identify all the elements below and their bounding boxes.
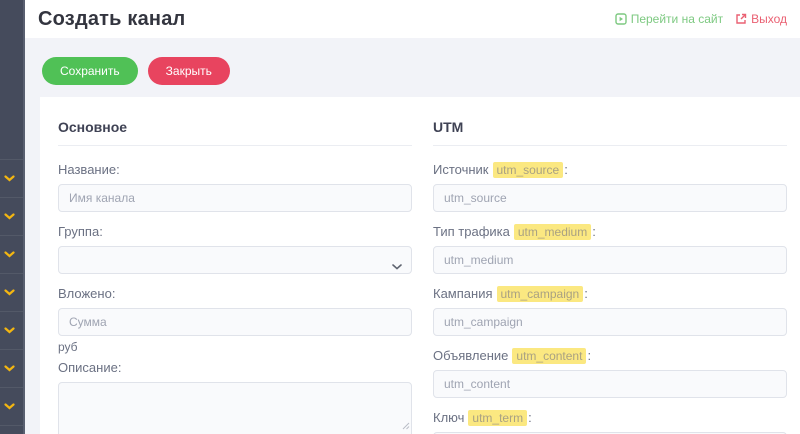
utm-medium-label-colon: : [592,224,596,239]
field-utm-medium: Тип трафика utm_medium: [433,224,787,274]
name-label: Название: [58,162,120,177]
main-fields: Название: Группа: Вложено: руб [58,162,412,434]
utm-source-input[interactable] [433,184,787,212]
utm-medium-label: Тип трафика utm_medium: [433,224,787,240]
utm-content-label-colon: : [587,348,592,363]
utm-source-label: Источник utm_source: [433,162,787,178]
page-title: Создать канал [38,7,186,30]
description-textarea[interactable] [58,382,412,434]
sidebar-item-1[interactable] [0,159,23,197]
utm-content-label-text: Объявление [433,348,509,363]
utm-term-label: Ключ utm_term: [433,410,787,426]
utm-term-label-colon: : [528,410,532,425]
go-to-site-link[interactable]: Перейти на сайт [615,12,723,26]
field-utm-campaign: Кампания utm_campaign: [433,286,787,336]
utm-content-label: Объявление utm_content: [433,348,787,364]
logout-icon [735,13,747,25]
go-to-site-icon [615,13,627,25]
chevron-down-icon [4,327,15,334]
create-channel-form-card: Основное Название: Группа: В [40,97,800,434]
name-input[interactable] [58,184,412,212]
chevron-down-icon [4,365,15,372]
section-main: Основное Название: Группа: В [58,119,412,434]
chevron-down-icon [4,213,15,220]
field-group: Группа: [58,224,412,274]
utm-medium-highlight: utm_medium [513,224,592,240]
utm-medium-input[interactable] [433,246,787,274]
currency-suffix: руб [58,340,78,354]
sidebar-item-8[interactable] [0,425,23,434]
sidebar-item-7[interactable] [0,387,23,425]
sidebar-collapsed [0,0,25,434]
content-area: Сохранить Закрыть Основное Название: Гру… [25,38,800,434]
description-label: Описание: [58,360,122,375]
section-utm: UTM Источникutm_source: Тип трафикаutm_m… [433,119,787,434]
chevron-down-icon [4,175,15,182]
sidebar-item-3[interactable] [0,235,23,273]
page-header: Создать канал Перейти на сайт Выход [25,0,800,38]
sidebar-item-2[interactable] [0,197,23,235]
action-toolbar: Сохранить Закрыть [25,57,800,85]
go-to-site-label: Перейти на сайт [630,12,724,26]
utm-campaign-label: Кампания utm_campaign: [433,286,787,302]
sidebar-item-4[interactable] [0,273,23,311]
group-label: Группа: [58,224,103,239]
utm-campaign-label-text: Кампания [433,286,493,301]
utm-campaign-highlight: utm_campaign [496,286,584,302]
description-textarea-wrap [58,382,412,434]
field-invested: Вложено: руб Описание: [58,286,412,434]
logout-label: Выход [751,12,787,26]
logout-link[interactable]: Выход [735,12,787,26]
field-utm-source: Источник utm_source: [433,162,787,212]
utm-source-highlight: utm_source [492,162,564,178]
header-links: Перейти на сайт Выход [615,12,787,26]
invested-input[interactable] [58,308,412,336]
close-button[interactable]: Закрыть [147,57,230,85]
group-select-wrap [58,246,412,274]
sidebar-item-6[interactable] [0,349,23,387]
save-button[interactable]: Сохранить [42,57,138,85]
section-title-main: Основное [58,119,412,146]
utm-fields: Источникutm_source: Тип трафикаutm_mediu… [433,162,787,434]
utm-source-label-text: Источник [433,162,489,177]
sidebar-item-5[interactable] [0,311,23,349]
utm-source-label-colon: : [564,162,568,177]
invested-label: Вложено: [58,286,116,301]
field-utm-content: Объявление utm_content: [433,348,787,398]
utm-campaign-label-colon: : [584,286,588,301]
field-name: Название: [58,162,412,212]
utm-medium-label-text: Тип трафика [433,224,510,239]
utm-term-label-text: Ключ [433,410,465,425]
utm-content-highlight: utm_content [512,348,587,364]
utm-term-highlight: utm_term [468,410,528,426]
group-select[interactable] [58,246,412,274]
field-utm-term: Ключ utm_term: [433,410,787,434]
chevron-down-icon [4,289,15,296]
chevron-down-icon [4,403,15,410]
sidebar-top-spacer [0,0,23,159]
chevron-down-icon [4,251,15,258]
utm-content-input[interactable] [433,370,787,398]
section-title-utm: UTM [433,119,787,146]
utm-campaign-input[interactable] [433,308,787,336]
